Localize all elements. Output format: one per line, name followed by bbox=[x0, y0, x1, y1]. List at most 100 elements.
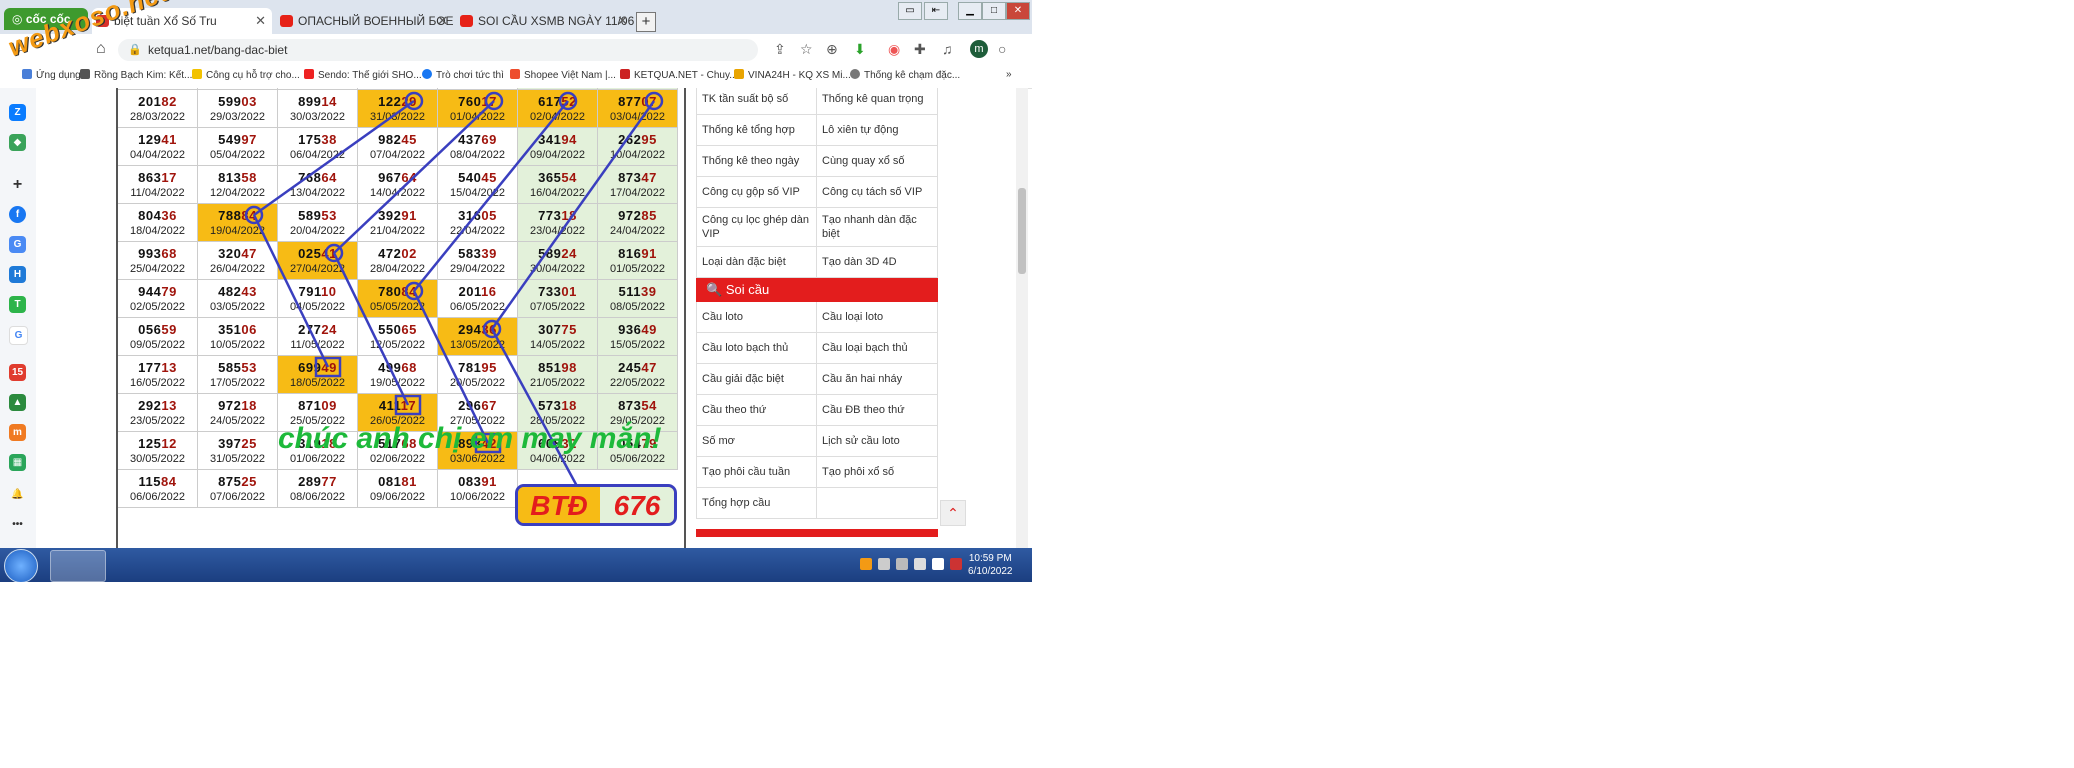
puzzle-icon[interactable]: ✚ bbox=[914, 41, 926, 58]
extension-badge-icon[interactable]: ⊕ bbox=[826, 41, 838, 58]
cell-number: 48243 bbox=[198, 284, 277, 299]
more-bookmarks-icon[interactable]: » bbox=[1006, 69, 1012, 80]
sheet-icon[interactable]: ▦ bbox=[9, 454, 26, 471]
calendar-icon[interactable]: 15 bbox=[9, 364, 26, 381]
menu-link[interactable]: Số mơ bbox=[697, 426, 817, 456]
add-icon[interactable]: + bbox=[9, 176, 26, 193]
menu-link[interactable]: Tổng hợp cầu bbox=[697, 488, 817, 518]
tray-v-icon[interactable] bbox=[932, 558, 944, 570]
bookmark-6[interactable]: KETQUA.NET - Chuy... bbox=[620, 69, 738, 81]
menu-link[interactable]: Lô xiên tự động bbox=[817, 115, 937, 145]
google-icon[interactable]: G bbox=[9, 326, 28, 345]
tray-red-icon[interactable] bbox=[950, 558, 962, 570]
lock-icon: 🔒 bbox=[128, 44, 142, 56]
menu-link[interactable]: Công cụ gộp số VIP bbox=[697, 177, 817, 207]
translate-icon[interactable]: G bbox=[9, 236, 26, 253]
sidebar-toggle-icon[interactable]: ⇤ bbox=[924, 2, 948, 20]
shop-icon[interactable]: m bbox=[9, 424, 26, 441]
bell-icon[interactable]: 🔔 bbox=[9, 486, 26, 503]
menu-link[interactable]: Tạo phôi xổ số bbox=[817, 457, 937, 487]
menu-link[interactable]: Thống kê quan trọng bbox=[817, 88, 937, 114]
facebook-icon[interactable]: f bbox=[9, 206, 26, 223]
network-icon[interactable] bbox=[896, 558, 908, 570]
menu-link[interactable]: Loại dàn đặc biệt bbox=[697, 247, 817, 277]
menu-link[interactable]: Tạo nhanh dàn đặc biệt bbox=[817, 208, 937, 246]
number-tail: 54 bbox=[641, 398, 657, 413]
number-tail: 54 bbox=[561, 170, 577, 185]
bookmark-apps[interactable]: Ứng dụng bbox=[22, 69, 81, 81]
cell-number: 12941 bbox=[118, 132, 197, 147]
bookmark-5[interactable]: Shopee Việt Nam |... bbox=[510, 69, 616, 81]
stats-menu: TK tần suất bộ số Thống kê quan trọng Thốn… bbox=[696, 88, 938, 278]
menu-link[interactable]: Cùng quay xổ số bbox=[817, 146, 937, 176]
bookmark-label: Công cụ hỗ trợ cho... bbox=[206, 70, 300, 81]
minimize-button[interactable]: ▁ bbox=[958, 2, 982, 20]
menu-link[interactable]: Thống kê tổng hợp bbox=[697, 115, 817, 145]
bookmark-1[interactable]: Rồng Bạch Kim: Kết... bbox=[80, 69, 192, 81]
tray-app-icon[interactable] bbox=[860, 558, 872, 570]
volume-icon[interactable] bbox=[914, 558, 926, 570]
close-icon[interactable]: ✕ bbox=[255, 8, 266, 34]
number-tail: 02 bbox=[401, 246, 417, 261]
scrollbar-thumb[interactable] bbox=[1018, 188, 1026, 274]
table-cell: 98245 07/04/2022 bbox=[358, 128, 438, 166]
tray-icon[interactable] bbox=[878, 558, 890, 570]
home-icon[interactable]: ⌂ bbox=[96, 40, 106, 58]
bookmark-2[interactable]: Công cụ hỗ trợ cho... bbox=[192, 69, 300, 81]
url-field[interactable]: 🔒 ketqua1.net/bang-dac-biet bbox=[118, 39, 758, 61]
menu-link[interactable]: Cầu ăn hai nháy bbox=[817, 364, 937, 394]
close-icon[interactable]: ✕ bbox=[437, 8, 448, 34]
menu-circle-icon[interactable]: ○ bbox=[998, 41, 1006, 57]
share-icon[interactable]: ⇪ bbox=[774, 41, 786, 58]
bookmark-3[interactable]: Sendo: Thế giới SHO... bbox=[304, 69, 422, 81]
menu-link[interactable]: Lịch sử cầu loto bbox=[817, 426, 937, 456]
menu-link[interactable]: TK tần suất bộ số bbox=[697, 88, 817, 114]
menu-link[interactable]: Thống kê theo ngày bbox=[697, 146, 817, 176]
cell-number: 08181 bbox=[358, 474, 437, 489]
game-icon[interactable]: ◆ bbox=[9, 134, 26, 151]
start-button[interactable] bbox=[4, 549, 38, 583]
bookmark-7[interactable]: VINA24H - KQ XS Mi... bbox=[734, 69, 851, 81]
cell-date: 03/04/2022 bbox=[609, 111, 666, 123]
menu-link[interactable]: Công cụ lọc ghép dàn VIP bbox=[697, 208, 817, 246]
menu-link[interactable]: Cầu theo thứ bbox=[697, 395, 817, 425]
star-icon[interactable]: ☆ bbox=[800, 41, 813, 58]
menu-link[interactable]: Cầu loto bạch thủ bbox=[697, 333, 817, 363]
table-cell: 81691 01/05/2022 bbox=[598, 242, 678, 280]
menu-link[interactable]: Cầu ĐB theo thứ bbox=[817, 395, 937, 425]
taskbar-clock[interactable]: 10:59 PM 6/10/2022 bbox=[968, 552, 1013, 578]
number-head: 589 bbox=[538, 246, 562, 261]
greeting-text: chúc anh chị em may mắn! bbox=[278, 422, 662, 455]
screenshot-icon[interactable]: ▭ bbox=[898, 2, 922, 20]
bookmark-8[interactable]: Thống kê chạm đặc... bbox=[850, 69, 960, 81]
media-icon[interactable]: ♫ bbox=[942, 41, 953, 57]
h-app-icon[interactable]: H bbox=[9, 266, 26, 283]
menu-link[interactable]: Tạo dàn 3D 4D bbox=[817, 247, 937, 277]
taskbar-coccoc-app[interactable] bbox=[50, 550, 106, 582]
new-tab-button[interactable]: + bbox=[636, 12, 656, 32]
close-icon[interactable]: ✕ bbox=[617, 8, 628, 34]
coccoc-icon[interactable]: ◉ bbox=[888, 41, 900, 58]
cell-number: 12512 bbox=[118, 436, 197, 451]
t-app-icon[interactable]: T bbox=[9, 296, 26, 313]
maximize-button[interactable]: □ bbox=[982, 2, 1006, 20]
menu-link[interactable]: Tạo phôi cầu tuần bbox=[697, 457, 817, 487]
btd-prediction-box: BTĐ 676 bbox=[515, 484, 677, 526]
graduation-icon[interactable]: ▲ bbox=[9, 394, 26, 411]
menu-link[interactable]: Cầu loại loto bbox=[817, 302, 937, 332]
menu-link[interactable]: Công cụ tách số VIP bbox=[817, 177, 937, 207]
tab-2[interactable]: ОПАСНЫЙ ВОЕННЫЙ БОЕВ ✕ bbox=[276, 8, 454, 34]
menu-link[interactable]: Cầu loto bbox=[697, 302, 817, 332]
scroll-to-top-button[interactable]: ⌃ bbox=[940, 500, 966, 526]
download-icon[interactable]: ⬇ bbox=[854, 41, 866, 58]
tab-3[interactable]: SOI CẦU XSMB NGÀY 11/06 ✕ bbox=[456, 8, 634, 34]
bookmark-4[interactable]: Trò chơi tức thì bbox=[422, 69, 504, 81]
page-scrollbar[interactable] bbox=[1016, 88, 1028, 548]
more-icon[interactable]: ••• bbox=[9, 516, 26, 533]
avatar[interactable]: m bbox=[970, 40, 988, 58]
menu-link[interactable]: Cầu giải đặc biệt bbox=[697, 364, 817, 394]
close-window-button[interactable]: ✕ bbox=[1006, 2, 1030, 20]
menu-link[interactable]: Cầu loại bạch thủ bbox=[817, 333, 937, 363]
number-head: 804 bbox=[138, 208, 162, 223]
zalo-icon[interactable]: Z bbox=[9, 104, 26, 121]
